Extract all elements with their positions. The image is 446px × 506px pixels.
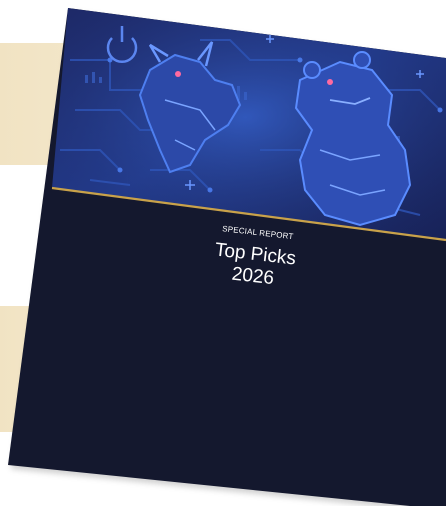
report-cover-scene: SPECIAL REPORT Top Picks 2026 (0, 0, 446, 506)
